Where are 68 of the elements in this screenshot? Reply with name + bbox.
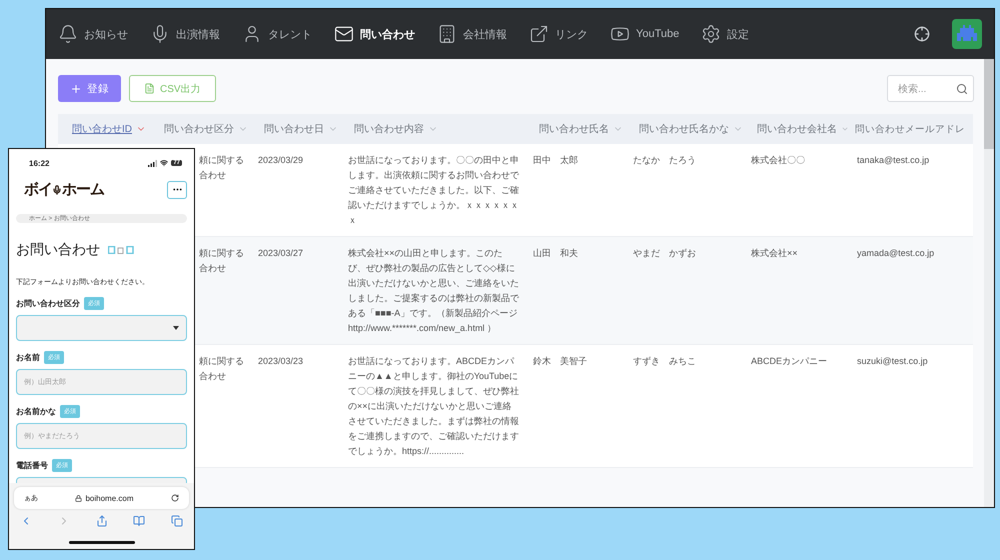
table-cell: たなか たろう	[625, 144, 743, 237]
table-cell: tanaka@test.co.jp	[849, 144, 973, 237]
nav-item[interactable]: タレント	[242, 24, 312, 44]
menu-button[interactable]	[167, 180, 187, 198]
column-header[interactable]: 問い合わせ氏名	[525, 114, 625, 144]
table-cell-text: 合わせ	[199, 169, 227, 182]
home-indicator	[68, 541, 134, 544]
search-field[interactable]: 検索...	[887, 75, 974, 102]
csv-export-button[interactable]: CSV出力	[129, 75, 216, 102]
search-icon	[956, 82, 968, 94]
field-label: お名前かな	[16, 406, 56, 417]
signal-icon	[148, 160, 158, 166]
logo: ボイ ホーム	[24, 180, 104, 199]
column-header[interactable]: 問い合わせ日	[250, 114, 340, 144]
table-cell: 2023/03/29	[250, 144, 340, 237]
page-heading: お問い合わせ	[16, 241, 100, 259]
tabs-icon[interactable]	[171, 515, 183, 527]
column-header[interactable]: 問い合わせメールアドレ	[849, 114, 973, 144]
bell-icon	[58, 24, 78, 44]
table-cell: お世話になっております。ABCDEカンパニーの▲▲と申します。御社のYouTubeにて〇〇様の演技を拝見しまして、ぜひ弊社の××に出演いただけないかと思いご連絡させていただきました。まずは弊社の情報をご連携しますので、ご確認いただけますでしょうか。https://..............	[340, 345, 525, 468]
nav-item[interactable]: お知らせ	[58, 24, 128, 44]
file-icon	[144, 83, 155, 94]
table-cell-text: 頼に関する	[199, 355, 244, 368]
book-icon[interactable]	[133, 515, 146, 527]
table-cell: すずき みちこ	[625, 345, 743, 468]
table-cell: 2023/03/23	[250, 345, 340, 468]
table-cell: ABCDEカンパニー	[743, 345, 849, 468]
register-button[interactable]: 登録	[58, 75, 121, 102]
table-cell: お世話になっております。〇〇の田中と申します。出演依頼に関するお問い合わせでご連絡させていただきました。以下、ご確認いただけますでしょうか。ｘｘｘｘｘｘｘ	[340, 144, 525, 237]
table-cell-text: 頼に関する	[199, 154, 244, 167]
settings-icon	[701, 24, 722, 44]
nav-item[interactable]: 問い合わせ	[334, 24, 415, 44]
table-cell-text: 合わせ	[199, 370, 227, 383]
robot-icon	[957, 25, 977, 43]
building-icon	[437, 24, 457, 44]
reload-icon[interactable]	[171, 494, 179, 502]
share-icon[interactable]	[96, 515, 108, 527]
table-cell: 田中 太郎	[525, 144, 625, 237]
select-field[interactable]	[16, 315, 187, 341]
column-header[interactable]: 問い合わせ氏名かな	[625, 114, 743, 144]
status-time: 16:22	[29, 158, 50, 168]
nav-item[interactable]: 出演情報	[150, 24, 220, 44]
column-header[interactable]: 問い合わせ会社名	[743, 114, 849, 144]
nav-item[interactable]: YouTube	[610, 24, 680, 44]
table-cell: 株式会社〇〇	[743, 144, 849, 237]
microphone-icon	[52, 184, 62, 194]
scrollbar-thumb[interactable]	[984, 59, 994, 149]
column-header[interactable]: 問い合わせ内容	[340, 114, 525, 144]
plus-icon	[70, 82, 82, 94]
external-link-icon	[529, 24, 549, 44]
table-cell-text: 頼に関する	[199, 247, 244, 260]
field-label: 電話番号	[16, 460, 48, 471]
decoration-icon	[108, 246, 134, 254]
table-cell: suzuki@test.co.jp	[849, 345, 973, 468]
target-icon[interactable]	[914, 26, 930, 42]
field-label: お問い合わせ区分	[16, 298, 80, 309]
lock-icon	[75, 494, 82, 502]
field-label: お名前	[16, 352, 40, 363]
column-header[interactable]: 問い合わせ区分	[150, 114, 250, 144]
dropdown-arrow-icon	[173, 326, 179, 330]
table-cell: 鈴木 美智子	[525, 345, 625, 468]
nav-item[interactable]: 設定	[701, 24, 750, 44]
nav-item[interactable]: リンク	[529, 24, 588, 44]
nav-item[interactable]: 会社情報	[437, 24, 507, 44]
table-cell-text: 合わせ	[199, 262, 227, 275]
envelope-icon	[334, 24, 354, 44]
wifi-icon	[160, 159, 168, 167]
column-header[interactable]: 問い合わせID	[58, 114, 150, 144]
